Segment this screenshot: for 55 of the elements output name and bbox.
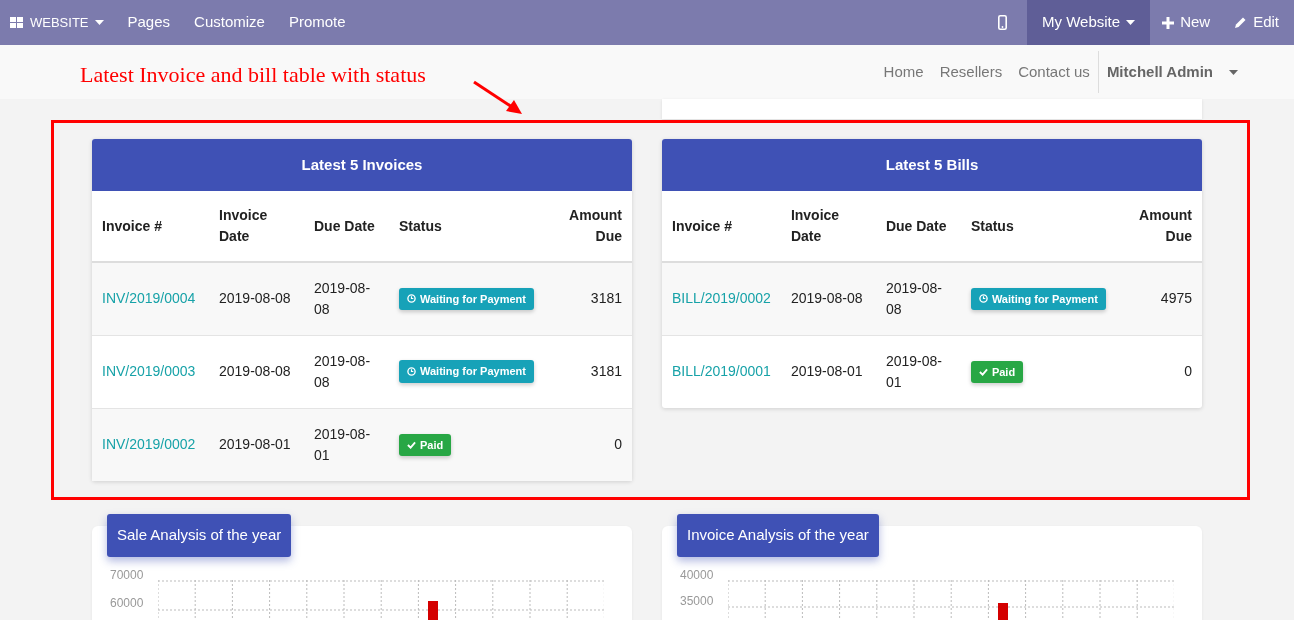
grid-icon (10, 16, 24, 29)
table-cell: 3181 (543, 262, 632, 335)
phone-icon (998, 15, 1008, 30)
invoice-link[interactable]: INV/2019/0004 (102, 290, 196, 307)
table-cell: 2019-08-01 (780, 335, 876, 408)
chart-title: Sale Analysis of the year (107, 514, 292, 557)
table-cell: 0 (1115, 335, 1202, 408)
annotation-text: Latest Invoice and bill table with status (80, 61, 426, 89)
status-badge: Waiting for Payment (970, 287, 1106, 310)
website-dropdown[interactable]: My Website (1027, 0, 1151, 45)
table-cell: 2019-08-08 (209, 262, 304, 335)
axis-label: 35000 (680, 593, 714, 610)
app-menu-button[interactable]: WEBSITE (0, 0, 116, 45)
status-badge: Waiting for Payment (399, 287, 534, 310)
menu-item[interactable]: Customize (182, 0, 277, 45)
clock-icon (407, 294, 416, 304)
clock-icon (978, 294, 988, 304)
caret-icon (1229, 69, 1238, 75)
annotation-arrow (472, 80, 524, 116)
table-cell: 4975 (1115, 262, 1202, 335)
table-cell: 2019-08-01 (209, 408, 304, 481)
nav-link-item[interactable]: Resellers (931, 60, 1011, 84)
table-cell: 2019-08-08 (875, 262, 961, 335)
menu-item[interactable]: Pages (115, 0, 183, 45)
edit-button[interactable]: Edit (1222, 0, 1294, 45)
table-cell: 2019-08-01 (304, 408, 389, 481)
chart-title: Invoice Analysis of the year (677, 514, 879, 557)
axis-label: 60000 (110, 595, 144, 612)
user-menu[interactable]: Mitchell Admin (1097, 50, 1246, 94)
status-badge: Paid (399, 433, 452, 456)
table-cell: 2019-08-08 (304, 262, 389, 335)
card-header: Latest 5 Invoices (92, 139, 632, 191)
caret-icon (94, 20, 104, 25)
invoice-link[interactable]: BILL/2019/0001 (672, 363, 771, 380)
clock-icon (407, 367, 416, 376)
card-header: Latest 5 Bills (662, 139, 1202, 191)
plus-icon (1162, 16, 1175, 29)
axis-label: 40000 (680, 567, 714, 584)
invoice-link[interactable]: INV/2019/0003 (102, 363, 196, 379)
invoice-link[interactable]: BILL/2019/0002 (672, 290, 771, 307)
status-badge: Waiting for Payment (399, 360, 534, 383)
new-button[interactable]: New (1150, 0, 1223, 45)
check-icon (978, 367, 988, 376)
axis-label: 70000 (110, 567, 144, 584)
status-badge: Paid (970, 360, 1024, 383)
table-cell: 2019-08-01 (875, 335, 961, 408)
menu-item[interactable]: Promote (276, 0, 358, 45)
pencil-icon (1234, 16, 1248, 29)
invoice-link[interactable]: INV/2019/0002 (102, 436, 196, 453)
nav-link-item[interactable]: Contact us (1010, 60, 1098, 84)
caret-icon (1126, 20, 1136, 25)
table-cell: 2019-08-08 (780, 262, 876, 335)
table-cell: 0 (543, 408, 632, 481)
check-icon (407, 440, 416, 449)
nav-link-item[interactable]: Home (875, 60, 932, 84)
